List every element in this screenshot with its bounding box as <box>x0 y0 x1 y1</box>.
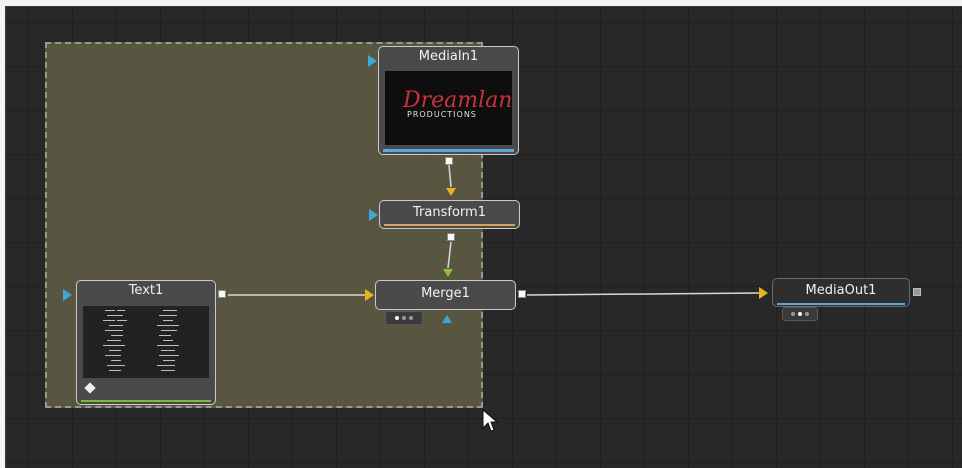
text-thumbnail-preview <box>103 310 179 371</box>
merge-view-indicator[interactable] <box>385 311 423 325</box>
wire-transform-merge <box>447 241 452 269</box>
transform-input-port-top[interactable] <box>446 188 456 196</box>
text-tool-icon <box>84 382 96 394</box>
node-editor-canvas[interactable]: MediaIn1 Dreamland PRODUCTIONS Transform… <box>5 6 962 468</box>
text-thumbnail <box>83 306 209 378</box>
mediain-node[interactable]: MediaIn1 Dreamland PRODUCTIONS <box>378 46 519 155</box>
wire-merge-mediaout <box>526 292 760 296</box>
merge-output-port[interactable] <box>518 290 526 298</box>
transform-node[interactable]: Transform1 <box>379 200 520 229</box>
text-node[interactable]: Text1 <box>76 280 216 405</box>
text-output-port[interactable] <box>218 290 226 298</box>
text-title: Text1 <box>128 283 164 298</box>
wire-mediain-transform <box>448 164 452 188</box>
mediaout-title: MediaOut1 <box>805 283 877 298</box>
mediaout-node[interactable]: MediaOut1 <box>772 278 910 307</box>
mediaout-input-port[interactable] <box>759 287 768 299</box>
mediain-bar <box>383 149 514 152</box>
mediain-thumbnail: Dreamland PRODUCTIONS <box>385 71 512 145</box>
dreamland-logo: Dreamland PRODUCTIONS <box>402 88 512 119</box>
merge-background-port[interactable] <box>365 289 374 301</box>
mediain-output-port[interactable] <box>445 157 453 165</box>
mediaout-view-indicator[interactable] <box>782 307 818 321</box>
merge-node[interactable]: Merge1 <box>375 280 516 310</box>
text-input-port[interactable] <box>63 289 72 301</box>
merge-mask-port[interactable] <box>442 315 452 323</box>
merge-foreground-port[interactable] <box>443 269 453 277</box>
mediain-input-port[interactable] <box>368 55 377 67</box>
transform-input-port[interactable] <box>369 209 378 221</box>
mediaout-bar <box>777 303 905 305</box>
arrow-cursor-icon <box>482 409 499 432</box>
merge-title: Merge1 <box>421 286 470 301</box>
transform-title: Transform1 <box>413 205 486 220</box>
transform-output-port[interactable] <box>447 233 455 241</box>
text-bar <box>81 400 211 402</box>
transform-bar <box>384 224 515 226</box>
logo-line2: PRODUCTIONS <box>407 110 477 119</box>
mediaout-output-port[interactable] <box>913 288 921 296</box>
mediain-title: MediaIn1 <box>418 49 479 64</box>
